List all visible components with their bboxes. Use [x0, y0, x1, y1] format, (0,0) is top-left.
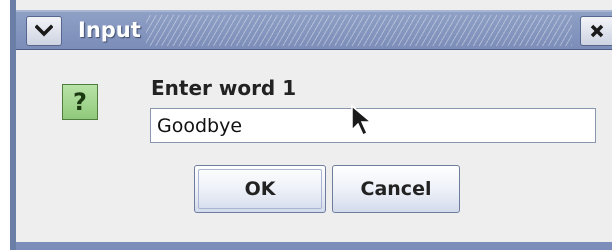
chevron-down-icon	[35, 24, 53, 37]
title-bar[interactable]: Input	[16, 10, 612, 50]
cancel-button-label: Cancel	[360, 178, 432, 200]
window-menu-button[interactable]	[26, 16, 62, 46]
window-bottom-edge	[16, 238, 612, 250]
close-icon	[590, 24, 603, 38]
cancel-button[interactable]: Cancel	[332, 165, 460, 213]
input-dialog-window: Input ? Enter word 1 OK Cancel	[10, 0, 612, 250]
question-icon: ?	[62, 84, 98, 120]
window-close-button[interactable]	[580, 16, 612, 46]
title-bar-hatch	[146, 15, 572, 46]
ok-button-label: OK	[244, 178, 276, 200]
window-title: Input	[78, 18, 141, 42]
mouse-pointer-icon	[351, 104, 374, 137]
prompt-label: Enter word 1	[151, 76, 297, 100]
ok-button[interactable]: OK	[194, 165, 326, 213]
